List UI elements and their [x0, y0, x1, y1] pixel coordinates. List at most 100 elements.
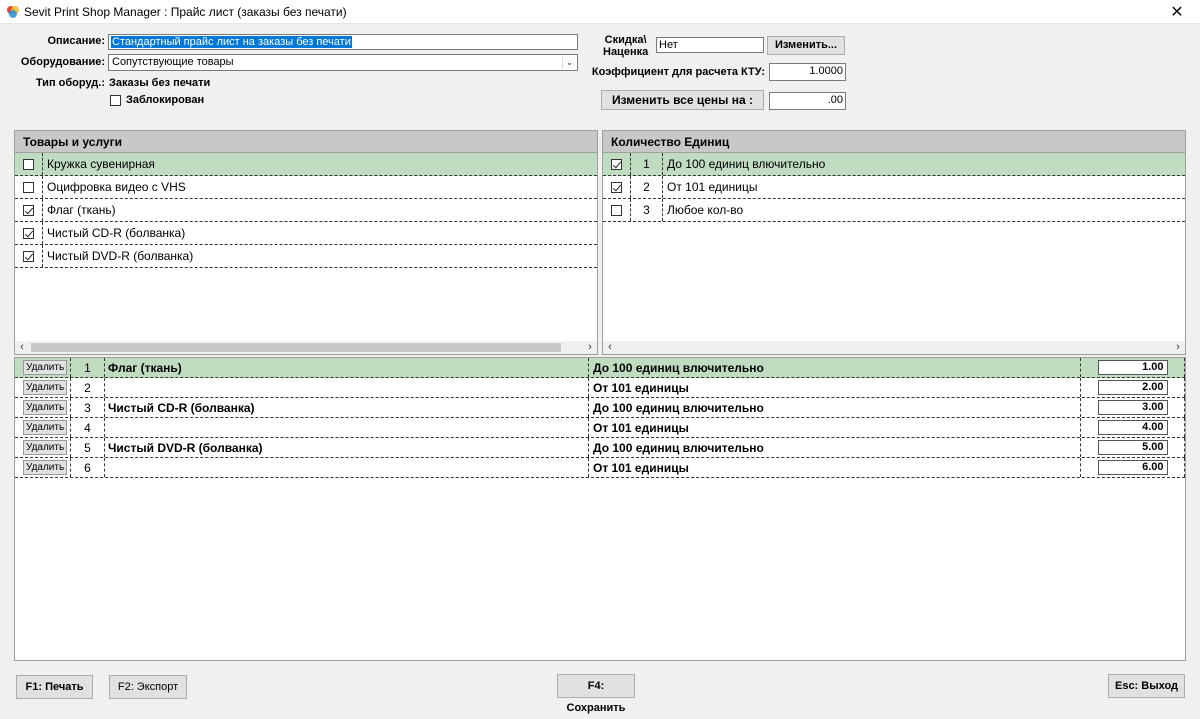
row-number: 5 — [71, 438, 105, 457]
product-name — [105, 458, 589, 477]
quantity-range: До 100 единиц влючительно — [589, 398, 1081, 417]
goods-list-item[interactable]: Чистый DVD-R (болванка) — [15, 245, 597, 268]
goods-item-checkbox[interactable] — [23, 204, 34, 216]
goods-panel-header: Товары и услуги — [15, 131, 597, 153]
scroll-thumb[interactable] — [31, 343, 561, 352]
equipment-label: Оборудование: — [20, 56, 105, 68]
product-name — [105, 418, 589, 437]
price-input[interactable]: 2.00 — [1097, 380, 1168, 395]
goods-item-checkbox[interactable] — [23, 181, 34, 193]
checkbox-cell[interactable] — [15, 222, 43, 244]
units-horizontal-scrollbar[interactable]: ‹ › — [603, 341, 1185, 354]
price-input[interactable]: 6.00 — [1097, 460, 1168, 475]
units-list-item[interactable]: 1 До 100 единиц влючительно — [603, 153, 1185, 176]
units-item-label: От 101 единицы — [667, 180, 758, 194]
delete-cell: Удалить — [15, 418, 71, 437]
blocked-checkbox-row[interactable]: Заблокирован — [110, 94, 204, 106]
price-cell: 6.00 — [1081, 458, 1185, 477]
window-title: Sevit Print Shop Manager : Прайс лист (з… — [24, 5, 347, 19]
equipment-select[interactable]: Сопутствующие товары ⌄ — [108, 54, 578, 71]
description-input[interactable]: Стандартный прайс лист на заказы без печ… — [108, 34, 578, 50]
price-grid-row[interactable]: Удалить 6 От 101 единицы 6.00 — [15, 458, 1185, 478]
discount-field[interactable]: Нет — [656, 37, 764, 53]
price-input[interactable]: 5.00 — [1097, 440, 1168, 455]
checkbox-cell[interactable] — [603, 199, 631, 221]
goods-item-label: Чистый DVD-R (болванка) — [47, 249, 194, 263]
goods-list-item[interactable]: Флаг (ткань) — [15, 199, 597, 222]
price-input[interactable]: 1.00 — [1097, 360, 1168, 375]
price-input[interactable]: 3.00 — [1097, 400, 1168, 415]
goods-panel: Товары и услуги Кружка сувенирная Оцифров… — [14, 130, 598, 355]
checkbox-cell[interactable] — [15, 199, 43, 221]
checkbox-cell[interactable] — [15, 176, 43, 198]
print-button[interactable]: F1: Печать — [16, 675, 93, 699]
goods-list-item[interactable]: Оцифровка видео с VHS — [15, 176, 597, 199]
delete-row-button[interactable]: Удалить — [23, 460, 68, 475]
description-value: Стандартный прайс лист на заказы без печ… — [111, 36, 352, 48]
quantity-range: От 101 единицы — [589, 458, 1081, 477]
price-cell: 1.00 — [1081, 358, 1185, 377]
scroll-right-icon[interactable]: › — [1171, 341, 1185, 354]
kt-coefficient-input[interactable]: 1.0000 — [769, 63, 846, 81]
quantity-range: От 101 единицы — [589, 378, 1081, 397]
product-name: Чистый CD-R (болванка) — [105, 398, 589, 417]
export-button[interactable]: F2: Экспорт — [109, 675, 187, 699]
price-grid-row[interactable]: Удалить 3 Чистый CD-R (болванка) До 100 еди… — [15, 398, 1185, 418]
kt-coefficient-label: Коэффициент для расчета КТУ: — [591, 66, 765, 78]
row-number: 6 — [71, 458, 105, 477]
delete-row-button[interactable]: Удалить — [23, 420, 68, 435]
units-item-checkbox[interactable] — [611, 158, 622, 170]
scroll-left-icon[interactable]: ‹ — [603, 341, 617, 354]
change-discount-button[interactable]: Изменить... — [767, 36, 845, 55]
save-button[interactable]: F4: Сохранить — [557, 674, 635, 714]
delete-row-button[interactable]: Удалить — [23, 360, 68, 375]
price-grid-row[interactable]: Удалить 1 Флаг (ткань) До 100 единиц влючит… — [15, 358, 1185, 378]
checkbox-cell[interactable] — [603, 153, 631, 175]
goods-item-checkbox[interactable] — [23, 227, 34, 239]
units-list-item[interactable]: 3 Любое кол-во — [603, 199, 1185, 222]
goods-list-item[interactable]: Кружка сувенирная — [15, 153, 597, 176]
units-item-number: 2 — [631, 176, 663, 198]
price-input[interactable]: 4.00 — [1097, 420, 1168, 435]
product-name: Флаг (ткань) — [105, 358, 589, 377]
price-grid-row[interactable]: Удалить 2 От 101 единицы 2.00 — [15, 378, 1185, 398]
goods-list: Кружка сувенирная Оцифровка видео с VHS Фл… — [15, 153, 597, 343]
scroll-right-icon[interactable]: › — [583, 341, 597, 354]
price-cell: 5.00 — [1081, 438, 1185, 457]
price-grid-row[interactable]: Удалить 5 Чистый DVD-R (болванка) До 100 ед… — [15, 438, 1185, 458]
row-number: 2 — [71, 378, 105, 397]
goods-horizontal-scrollbar[interactable]: ‹ › — [15, 341, 597, 354]
row-number: 3 — [71, 398, 105, 417]
equipment-type-label: Тип оборуд.: — [35, 77, 105, 89]
goods-list-item[interactable]: Чистый CD-R (болванка) — [15, 222, 597, 245]
goods-item-checkbox[interactable] — [23, 250, 34, 262]
price-grid-row[interactable]: Удалить 4 От 101 единицы 4.00 — [15, 418, 1185, 438]
scroll-left-icon[interactable]: ‹ — [15, 341, 29, 354]
price-cell: 3.00 — [1081, 398, 1185, 417]
change-all-prices-button[interactable]: Изменить все цены на : — [601, 90, 764, 110]
discount-label: Скидка\ Наценка — [603, 34, 648, 58]
delete-cell: Удалить — [15, 398, 71, 417]
close-window-icon[interactable]: ✕ — [1154, 0, 1200, 24]
goods-item-label: Флаг (ткань) — [47, 203, 116, 217]
row-number: 1 — [71, 358, 105, 377]
units-item-checkbox[interactable] — [611, 181, 622, 193]
goods-item-label: Чистый CD-R (болванка) — [47, 226, 186, 240]
units-item-number: 1 — [631, 153, 663, 175]
goods-item-checkbox[interactable] — [23, 158, 34, 170]
blocked-checkbox[interactable] — [110, 94, 121, 106]
units-list-item[interactable]: 2 От 101 единицы — [603, 176, 1185, 199]
units-item-checkbox[interactable] — [611, 204, 622, 216]
checkbox-cell[interactable] — [603, 176, 631, 198]
exit-button[interactable]: Esc: Выход — [1108, 674, 1185, 698]
delete-row-button[interactable]: Удалить — [23, 380, 68, 395]
delete-row-button[interactable]: Удалить — [23, 400, 68, 415]
change-all-prices-input[interactable]: .00 — [769, 92, 846, 110]
row-number: 4 — [71, 418, 105, 437]
price-cell: 2.00 — [1081, 378, 1185, 397]
goods-item-label: Кружка сувенирная — [47, 157, 155, 171]
discount-label-line1: Скидка\ — [604, 34, 647, 46]
delete-row-button[interactable]: Удалить — [23, 440, 68, 455]
checkbox-cell[interactable] — [15, 245, 43, 267]
checkbox-cell[interactable] — [15, 153, 43, 175]
